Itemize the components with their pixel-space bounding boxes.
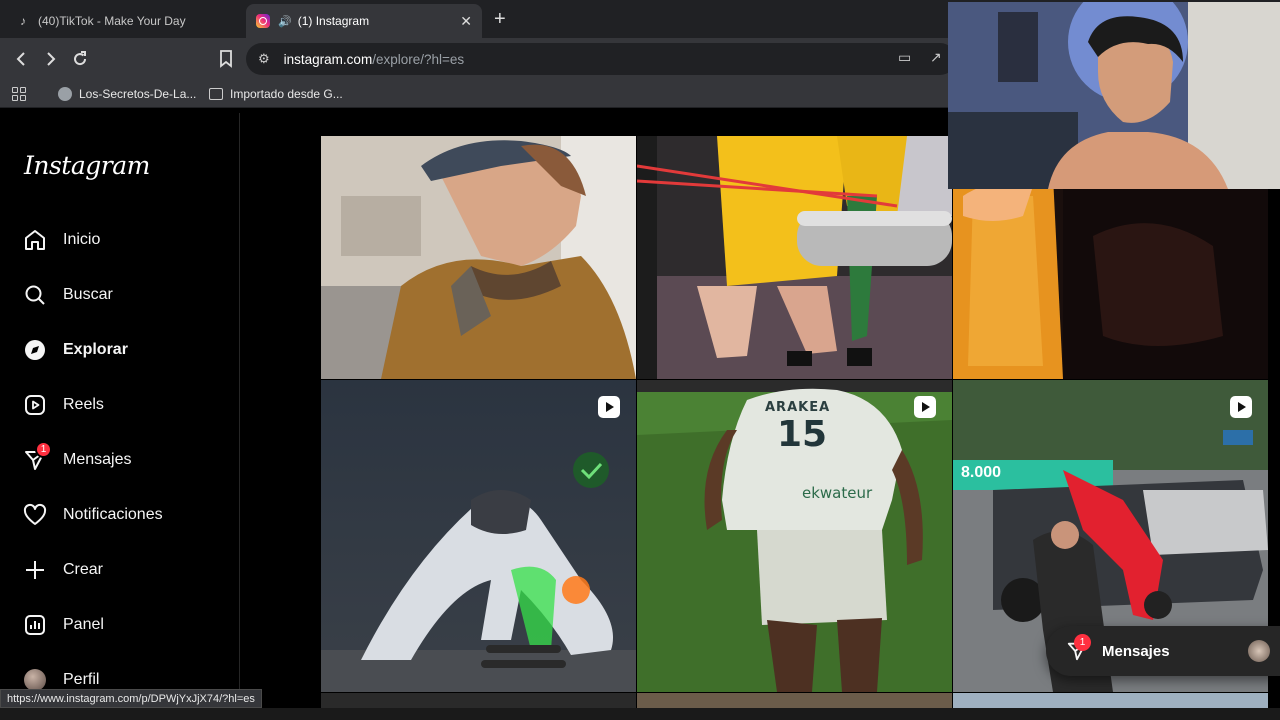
apps-grid-icon <box>12 87 26 101</box>
nav-label: Panel <box>63 616 104 633</box>
jersey-brand: ekwateur <box>802 484 873 502</box>
instagram-logo[interactable]: Instagram <box>24 151 150 180</box>
address-bar[interactable]: ⚙ instagram.com/explore/?hl=es <box>246 43 956 75</box>
reload-button[interactable] <box>68 47 92 71</box>
globe-icon <box>58 87 72 101</box>
plus-icon <box>22 557 48 583</box>
post-thumbnail <box>637 136 952 379</box>
close-tab-icon[interactable]: ✕ <box>460 13 472 30</box>
nav-label: Mensajes <box>63 451 132 468</box>
notification-badge: 1 <box>1074 634 1091 651</box>
tab-title: (1) Instagram <box>297 14 370 28</box>
back-button[interactable] <box>10 47 34 71</box>
reel-icon <box>914 396 936 418</box>
forward-button[interactable] <box>38 47 62 71</box>
explore-post[interactable] <box>321 380 636 692</box>
messages-label: Mensajes <box>1102 642 1170 660</box>
chevron-left-icon <box>16 52 25 66</box>
bookmark-label: Importado desde G... <box>230 87 343 101</box>
jersey-sponsor: ARAKEA <box>765 400 831 415</box>
search-icon <box>22 282 48 308</box>
explore-post[interactable] <box>637 136 952 379</box>
chevron-right-icon <box>47 52 56 66</box>
tab-title: (40)TikTok - Make Your Day <box>38 14 186 28</box>
explore-post[interactable] <box>321 136 636 379</box>
share-icon[interactable]: ↗ <box>930 49 942 66</box>
webcam-overlay <box>948 2 1280 189</box>
avatar <box>1248 640 1270 662</box>
apps-button[interactable] <box>12 85 33 103</box>
nav-explorar[interactable]: Explorar <box>22 335 128 365</box>
nav-reels[interactable]: Reels <box>22 390 104 420</box>
nav-label: Buscar <box>63 286 113 303</box>
instagram-icon <box>256 14 270 28</box>
compass-icon <box>22 337 48 363</box>
nav-label: Notificaciones <box>63 506 163 523</box>
site-settings-icon[interactable]: ⚙ <box>258 51 270 67</box>
jersey-number: 15 <box>777 414 828 455</box>
tiktok-icon: ♪ <box>20 14 26 28</box>
explore-post[interactable]: ARAKEA 15 ekwateur <box>637 380 952 692</box>
banner-price: 8.000 <box>961 464 1002 481</box>
instagram-sidebar: Instagram Inicio Buscar Explorar Reels 1… <box>0 113 240 720</box>
home-icon <box>22 227 48 253</box>
notification-badge: 1 <box>35 441 52 458</box>
speaker-icon[interactable]: 🔊 <box>278 15 292 28</box>
status-url: https://www.instagram.com/p/DPWjYxJjX74/… <box>0 689 262 708</box>
messenger-icon: 1 <box>22 441 52 473</box>
reel-icon <box>598 396 620 418</box>
bookmark-label: Los-Secretos-De-La... <box>79 87 197 101</box>
heart-icon <box>22 502 48 528</box>
post-thumbnail <box>321 380 636 692</box>
bookmark-item[interactable]: Los-Secretos-De-La... <box>58 85 196 103</box>
nav-panel[interactable]: Panel <box>22 610 104 640</box>
messages-pill[interactable]: 1 Mensajes <box>1046 626 1280 676</box>
dashboard-icon <box>22 612 48 638</box>
reel-icon <box>1230 396 1252 418</box>
nav-mensajes[interactable]: 1 Mensajes <box>22 441 132 475</box>
nav-label: Reels <box>63 396 104 413</box>
nav-label: Perfil <box>63 671 100 688</box>
bookmark-folder[interactable]: Importado desde G... <box>209 85 343 103</box>
tab-tiktok[interactable]: ♪ (40)TikTok - Make Your Day <box>6 4 242 38</box>
reels-icon <box>22 392 48 418</box>
webcam-feed <box>948 2 1280 189</box>
bottom-strip <box>0 708 1280 720</box>
bookmark-icon <box>220 50 232 68</box>
tab-instagram[interactable]: 🔊 (1) Instagram ✕ <box>246 4 482 38</box>
post-thumbnail <box>321 136 636 379</box>
nav-inicio[interactable]: Inicio <box>22 225 100 255</box>
bookmark-button[interactable] <box>214 47 238 71</box>
new-tab-button[interactable]: + <box>494 8 506 31</box>
nav-label: Explorar <box>63 341 128 358</box>
reload-icon <box>74 51 87 66</box>
nav-crear[interactable]: Crear <box>22 555 103 585</box>
nav-label: Inicio <box>63 231 101 248</box>
url-text: instagram.com/explore/?hl=es <box>283 51 465 67</box>
nav-notificaciones[interactable]: Notificaciones <box>22 500 163 530</box>
install-app-icon[interactable]: ▭ <box>898 49 911 66</box>
folder-icon <box>209 87 223 101</box>
nav-buscar[interactable]: Buscar <box>22 280 113 310</box>
nav-label: Crear <box>63 561 104 578</box>
